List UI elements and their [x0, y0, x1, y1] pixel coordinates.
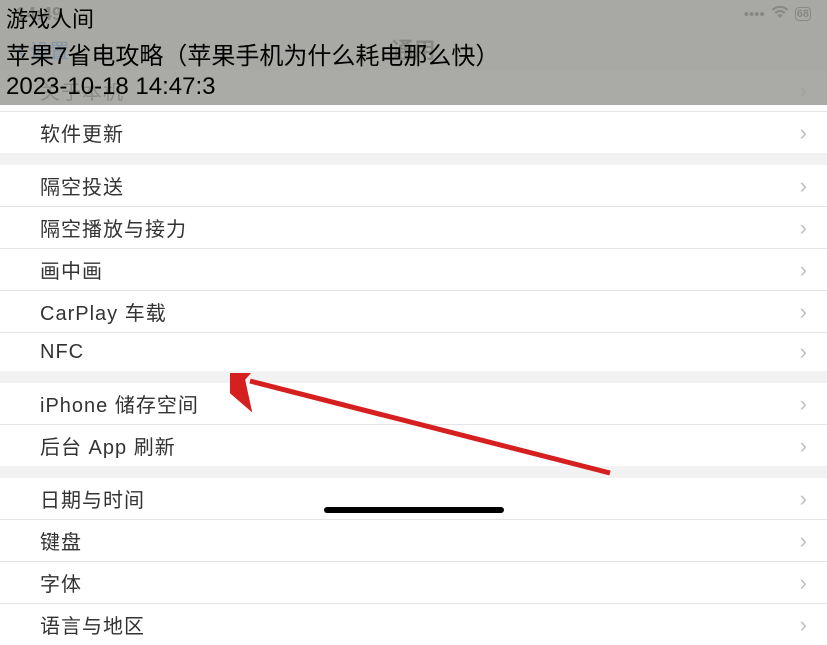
row-label: 隔空投送 — [40, 171, 124, 200]
row-nfc[interactable]: NFC › — [0, 333, 827, 371]
settings-group: 隔空投送 › 隔空播放与接力 › 画中画 › CarPlay 车载 › NFC … — [0, 165, 827, 371]
row-label: 隔空播放与接力 — [40, 213, 187, 242]
row-date-time[interactable]: 日期与时间 › — [0, 478, 827, 520]
row-keyboard[interactable]: 键盘 › — [0, 520, 827, 562]
chevron-right-icon: › — [800, 299, 807, 325]
row-label: CarPlay 车载 — [40, 297, 167, 326]
chevron-right-icon: › — [800, 528, 807, 554]
row-label: 软件更新 — [40, 118, 124, 147]
settings-content: 关于本机 › 软件更新 › 隔空投送 › 隔空播放与接力 › 画中画 › Car… — [0, 70, 827, 513]
chevron-right-icon: › — [800, 120, 807, 146]
row-iphone-storage[interactable]: iPhone 储存空间 › — [0, 383, 827, 425]
home-indicator[interactable] — [324, 507, 504, 513]
row-language-region[interactable]: 语言与地区 › — [0, 604, 827, 645]
row-label: NFC — [40, 341, 84, 364]
chevron-right-icon: › — [800, 391, 807, 417]
article-overlay: 游戏人间 苹果7省电攻略（苹果手机为什么耗电那么快） 2023-10-18 14… — [0, 0, 827, 105]
chevron-right-icon: › — [800, 570, 807, 596]
row-label: 后台 App 刷新 — [40, 431, 176, 460]
row-label: 键盘 — [40, 526, 82, 555]
row-label: 字体 — [40, 568, 82, 597]
row-software-update[interactable]: 软件更新 › — [0, 112, 827, 153]
chevron-right-icon: › — [800, 257, 807, 283]
row-background-app-refresh[interactable]: 后台 App 刷新 › — [0, 425, 827, 466]
article-title: 苹果7省电攻略（苹果手机为什么耗电那么快） — [6, 36, 821, 71]
row-pip[interactable]: 画中画 › — [0, 249, 827, 291]
settings-group: iPhone 储存空间 › 后台 App 刷新 › — [0, 383, 827, 466]
row-label: iPhone 储存空间 — [40, 389, 199, 418]
row-fonts[interactable]: 字体 › — [0, 562, 827, 604]
row-label: 语言与地区 — [40, 610, 145, 639]
chevron-right-icon: › — [800, 433, 807, 459]
row-airplay-handoff[interactable]: 隔空播放与接力 › — [0, 207, 827, 249]
article-date: 2023-10-18 14:47:3 — [6, 73, 821, 101]
row-label: 画中画 — [40, 255, 103, 284]
chevron-right-icon: › — [800, 339, 807, 365]
row-airdrop[interactable]: 隔空投送 › — [0, 165, 827, 207]
settings-group: 日期与时间 › 键盘 › 字体 › 语言与地区 › — [0, 478, 827, 645]
chevron-right-icon: › — [800, 215, 807, 241]
row-label: 日期与时间 — [40, 484, 145, 513]
chevron-right-icon: › — [800, 173, 807, 199]
site-name: 游戏人间 — [6, 2, 821, 34]
row-carplay[interactable]: CarPlay 车载 › — [0, 291, 827, 333]
chevron-right-icon: › — [800, 612, 807, 638]
chevron-right-icon: › — [800, 486, 807, 512]
